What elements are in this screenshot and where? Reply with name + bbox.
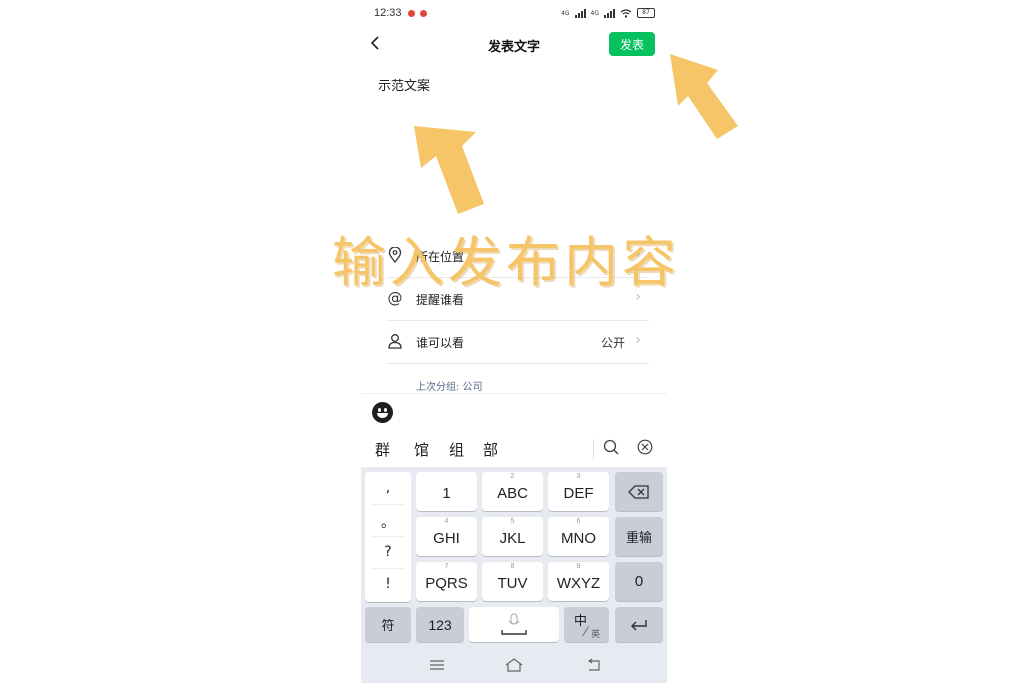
key-tuv[interactable]: 8 TUV bbox=[482, 562, 543, 601]
candidate-word[interactable]: 群 bbox=[375, 439, 390, 460]
key-digit: 4 bbox=[444, 518, 449, 525]
divider bbox=[371, 504, 405, 505]
key-jkl[interactable]: 5 JKL bbox=[482, 517, 543, 556]
option-visibility-label: 谁可以看 bbox=[416, 336, 465, 350]
microphone-icon bbox=[501, 613, 527, 635]
compose-textarea[interactable]: 示范文案 bbox=[378, 75, 430, 94]
last-group-hint[interactable]: 上次分组: 公司 bbox=[416, 378, 483, 393]
key-digit: 8 bbox=[510, 563, 515, 570]
symbol-key[interactable]: 符 bbox=[365, 607, 411, 642]
signal-icon-2 bbox=[604, 8, 615, 18]
punctuation-column: , 。 ? ! bbox=[365, 472, 411, 602]
key-label: GHI bbox=[433, 530, 460, 547]
divider bbox=[371, 536, 405, 537]
status-bar: 12:33 4G 4G 87 bbox=[361, 0, 667, 28]
network-label-2: 4G bbox=[590, 9, 599, 17]
person-icon bbox=[387, 333, 403, 349]
phone-screen: 12:33 4G 4G 87 发表文字 发表 示范文案 所在位置 › @ 提醒谁… bbox=[361, 0, 667, 683]
arrow-up-left-icon-2 bbox=[670, 54, 738, 139]
key-1[interactable]: 1 bbox=[416, 472, 477, 511]
key-wxyz[interactable]: 9 WXYZ bbox=[548, 562, 609, 601]
key-pqrs[interactable]: 7 PQRS bbox=[416, 562, 477, 601]
key-label: WXYZ bbox=[556, 575, 601, 592]
battery-icon: 87 bbox=[637, 8, 655, 18]
key-label: TUV bbox=[497, 575, 528, 592]
punct-key[interactable]: , bbox=[365, 480, 411, 496]
system-nav-bar bbox=[361, 647, 667, 683]
back-nav-icon[interactable] bbox=[585, 658, 603, 672]
status-indicators: 4G 4G 87 bbox=[561, 8, 655, 18]
key-label: MNO bbox=[561, 530, 596, 547]
enter-key[interactable] bbox=[615, 607, 663, 642]
number-mode-label: 123 bbox=[428, 616, 452, 633]
wifi-icon bbox=[620, 8, 632, 18]
reinput-key[interactable]: 重输 bbox=[615, 517, 663, 556]
punct-key[interactable]: ? bbox=[365, 544, 411, 560]
keyboard: , 。 ? ! 1 2 ABC 3 DEF 4 GHI 5 JKL 6 MNO 重输 7 P… bbox=[361, 467, 667, 647]
backspace-icon bbox=[628, 484, 649, 499]
divider bbox=[371, 568, 405, 569]
home-icon[interactable] bbox=[504, 657, 524, 673]
candidate-word[interactable]: 部 bbox=[483, 439, 498, 460]
key-digit: 2 bbox=[510, 473, 515, 480]
key-def[interactable]: 3 DEF bbox=[548, 472, 609, 511]
key-label: DEF bbox=[563, 485, 594, 502]
enter-icon bbox=[631, 619, 647, 630]
key-ghi[interactable]: 4 GHI bbox=[416, 517, 477, 556]
signal-icon bbox=[574, 8, 586, 18]
slash-divider: ⁄ bbox=[585, 623, 588, 639]
candidate-bar: 群 馆 组 部 bbox=[361, 431, 667, 467]
option-visibility-value: 公开 bbox=[600, 336, 625, 350]
status-time: 12:33 bbox=[374, 7, 402, 19]
symbol-label: 符 bbox=[381, 618, 395, 633]
menu-icon[interactable] bbox=[429, 659, 445, 671]
chevron-right-icon: › bbox=[635, 332, 641, 348]
key-zero[interactable]: 0 bbox=[615, 562, 663, 601]
key-label: JKL bbox=[499, 530, 526, 547]
notification-icon bbox=[408, 10, 415, 17]
network-label-1: 4G bbox=[561, 9, 570, 17]
publish-button[interactable]: 发表 bbox=[609, 32, 655, 56]
search-icon[interactable] bbox=[603, 439, 619, 455]
key-label: ABC bbox=[497, 485, 528, 502]
lang-sub-label: 英 bbox=[591, 629, 601, 639]
key-digit: 7 bbox=[444, 563, 449, 570]
key-digit: 6 bbox=[576, 518, 581, 525]
key-label: 1 bbox=[442, 485, 451, 502]
emoji-icon[interactable] bbox=[372, 402, 393, 423]
number-mode-key[interactable]: 123 bbox=[416, 607, 464, 642]
nav-bar: 发表文字 发表 bbox=[361, 28, 667, 62]
key-digit: 9 bbox=[576, 563, 581, 570]
zero-label: 0 bbox=[634, 573, 644, 590]
key-mno[interactable]: 6 MNO bbox=[548, 517, 609, 556]
punct-key[interactable]: 。 bbox=[365, 512, 411, 532]
option-visibility[interactable]: 谁可以看 公开 › bbox=[387, 321, 649, 364]
language-switch-key[interactable]: 中 ⁄ 英 bbox=[564, 607, 609, 642]
key-digit: 3 bbox=[576, 473, 581, 480]
punct-key[interactable]: ! bbox=[365, 576, 411, 592]
divider bbox=[593, 439, 594, 459]
space-key[interactable] bbox=[469, 607, 559, 642]
key-digit: 5 bbox=[510, 518, 515, 525]
key-abc[interactable]: 2 ABC bbox=[482, 472, 543, 511]
candidate-word[interactable]: 馆 bbox=[414, 439, 429, 460]
candidate-word[interactable]: 组 bbox=[449, 439, 464, 460]
overlay-caption: 输入发布内容 bbox=[332, 231, 680, 294]
emoji-bar bbox=[361, 393, 667, 432]
close-icon[interactable] bbox=[637, 439, 653, 455]
key-label: PQRS bbox=[425, 575, 468, 592]
backspace-key[interactable] bbox=[615, 472, 663, 511]
notification-icon-2 bbox=[420, 10, 427, 17]
reinput-label: 重输 bbox=[625, 530, 652, 545]
